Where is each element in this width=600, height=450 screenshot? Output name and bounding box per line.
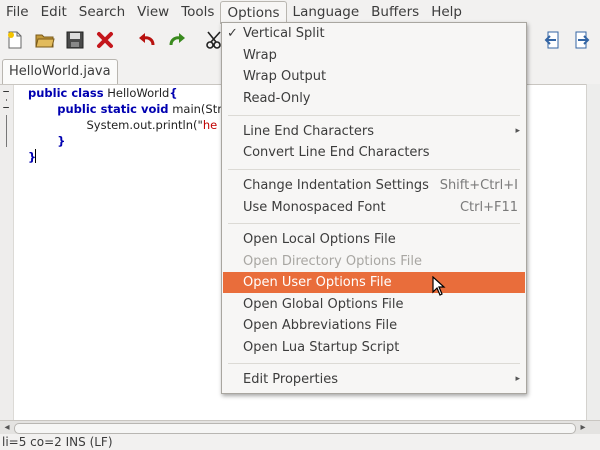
submenu-arrow-icon: ▸ [515,374,520,384]
menu-search[interactable]: Search [73,1,131,23]
code-line: public class HelloWorld{ [28,85,178,101]
menu-item-change-indentation-settings[interactable]: Change Indentation Settings Shift+Ctrl+I [222,175,526,196]
menu-item-wrap[interactable]: Wrap [222,45,526,66]
menu-item-open-user-options-file[interactable]: Open User Options File [223,272,525,293]
menu-tools[interactable]: Tools [175,1,220,23]
vertical-scrollbar[interactable] [586,84,600,420]
menu-item-open-global-options-file[interactable]: Open Global Options File [222,294,526,315]
next-buffer-button[interactable] [570,29,592,51]
redo-button[interactable] [166,29,188,51]
tab-helloworld-java[interactable]: HelloWorld.java [2,59,118,84]
code-brace: { [169,86,178,100]
menu-buffers[interactable]: Buffers [365,1,425,23]
code-identifier: main(Str [168,102,222,116]
options-menu: ✓ Vertical Split Wrap Wrap Output Read-O… [221,22,527,394]
menu-item-use-monospaced-font[interactable]: Use Monospaced Font Ctrl+F11 [222,197,526,218]
previous-buffer-icon [544,31,559,49]
menu-help[interactable]: Help [425,1,468,23]
code-identifier: HelloWorld [103,86,170,100]
menu-item-open-directory-options-file: Open Directory Options File [243,254,422,269]
code-keyword: public static void [57,102,169,116]
undo-button[interactable] [136,29,158,51]
menu-file[interactable]: File [0,1,35,23]
code-brace: } [57,134,66,148]
fold-line [6,99,7,101]
menu-separator [228,169,520,170]
horizontal-scroll-thumb[interactable] [14,423,576,434]
menubar: File Edit Search View Tools Options Lang… [0,0,600,25]
undo-icon [139,33,155,46]
open-folder-icon [35,34,55,48]
fold-marker[interactable]: − [1,101,11,114]
previous-buffer-button[interactable] [542,29,564,51]
menu-item-vertical-split[interactable]: ✓ Vertical Split [222,23,526,44]
text-cursor [35,149,36,163]
menu-language[interactable]: Language [287,1,366,23]
code-line: public static void main(Str [28,101,222,117]
menu-options[interactable]: Options [220,0,287,25]
save-icon [66,31,84,49]
menu-view[interactable]: View [131,1,175,23]
code-identifier: System.out.println(" [86,118,203,132]
shortcut-label: Ctrl+F11 [459,200,518,215]
menu-item-wrap-output[interactable]: Wrap Output [222,66,526,87]
fold-marker[interactable]: − [1,85,11,98]
new-file-button[interactable] [4,29,26,51]
new-file-icon [8,31,22,49]
menu-item-edit-properties[interactable]: Edit Properties ▸ [222,369,526,390]
menu-item-line-end-characters[interactable]: Line End Characters ▸ [222,121,526,142]
submenu-arrow-icon: ▸ [515,126,520,136]
code-keyword: public class [28,86,104,100]
redo-icon [169,33,185,46]
menu-item-convert-line-end-characters[interactable]: Convert Line End Characters [222,142,526,163]
menu-separator [228,223,520,224]
code-line: System.out.println("he [28,117,218,133]
mouse-pointer-icon [432,276,446,296]
status-bar: li=5 co=2 INS (LF) [0,434,600,450]
next-buffer-icon [575,31,590,49]
close-file-button[interactable] [94,29,116,51]
open-file-button[interactable] [34,29,56,51]
menu-item-open-lua-startup-script[interactable]: Open Lua Startup Script [222,337,526,358]
scroll-left-icon[interactable]: ◂ [2,422,12,434]
code-line: } [28,133,65,149]
menu-item-read-only[interactable]: Read-Only [222,88,526,109]
horizontal-scrollbar[interactable]: ◂ ▸ [0,420,600,435]
menu-item-open-local-options-file[interactable]: Open Local Options File [222,229,526,250]
save-button[interactable] [64,29,86,51]
code-string: he [202,118,218,132]
menu-edit[interactable]: Edit [35,1,73,23]
status-text: li=5 co=2 INS (LF) [2,435,113,449]
fold-margin[interactable]: − − [0,85,14,421]
shortcut-label: Shift+Ctrl+I [439,178,518,193]
menu-separator [228,363,520,364]
scroll-right-icon[interactable]: ▸ [578,422,588,434]
menu-item-open-abbreviations-file[interactable]: Open Abbreviations File [222,315,526,336]
menu-separator [228,115,520,116]
check-icon: ✓ [227,26,238,41]
fold-line [6,115,7,147]
close-icon [97,32,113,48]
